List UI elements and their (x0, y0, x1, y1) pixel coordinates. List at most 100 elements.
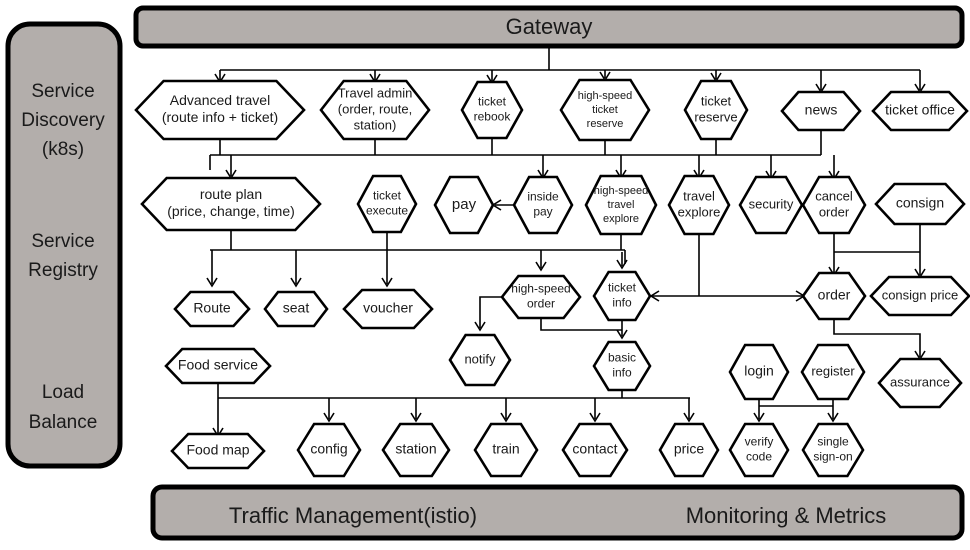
node-travel-explore-label-1: explore (678, 204, 721, 219)
node-ticket-rebook-label-1: rebook (474, 110, 512, 124)
node-seat[interactable]: seat (263, 290, 329, 328)
node-route-plan[interactable]: route plan(price, change, time) (140, 176, 322, 232)
node-news[interactable]: news (780, 90, 862, 132)
node-ticket-office[interactable]: ticket office (871, 90, 969, 132)
node-assurance[interactable]: assurance (877, 357, 963, 409)
node-verify-code-label-0: verify (745, 435, 774, 449)
node-consign[interactable]: consign (874, 182, 966, 226)
node-cancel-order[interactable]: cancelorder (801, 175, 867, 235)
node-high-speed-travel-explore[interactable]: high-speed travel explore (584, 174, 658, 236)
node-advanced-travel-label-0: Advanced travel (170, 92, 270, 108)
node-cancel-order-label-1: order (819, 204, 850, 219)
node-login-label-0: login (744, 363, 774, 379)
node-voucher-label-0: voucher (363, 300, 413, 316)
node-food-map[interactable]: Food map (170, 432, 266, 470)
node-inside-pay-label-1: pay (533, 205, 552, 219)
node-station-label-0: station (395, 441, 436, 457)
node-high-speed-ticket-reserve[interactable]: high-speed ticket reserve (559, 78, 651, 142)
node-consign-price[interactable]: consign price (869, 275, 970, 317)
sidebar-item-load-balance-line-1: Balance (29, 412, 98, 433)
node-single-sign-on-label-1: sign-on (813, 450, 852, 464)
edge-cancel-order-to-order (828, 233, 920, 277)
node-price-label-0: price (674, 441, 705, 457)
node-high-speed-order[interactable]: high-speedorder (500, 274, 582, 320)
node-single-sign-on-label-0: single (817, 435, 849, 449)
node-order-label-0: order (818, 287, 851, 303)
node-notify-label-0: notify (464, 351, 496, 366)
node-order[interactable]: order (801, 271, 867, 321)
edge-high-speed-order-to-notify (474, 296, 502, 332)
edge-ticket-info-to-basic-info (616, 320, 628, 340)
node-pay[interactable]: pay (433, 175, 495, 235)
node-basic-info[interactable]: basicinfo (592, 340, 652, 392)
node-price[interactable]: price (658, 422, 720, 478)
node-ticket-execute-label-1: execute (366, 204, 408, 218)
node-ticket-office-label-0: ticket office (885, 102, 955, 118)
edge-gateway-fanout (214, 46, 926, 94)
node-voucher[interactable]: voucher (342, 288, 434, 330)
node-basic-info-label-1: info (612, 366, 632, 380)
node-verify-code[interactable]: verifycode (728, 422, 790, 478)
node-ticket-rebook[interactable]: ticketrebook (460, 80, 524, 140)
node-consign-label-0: consign (896, 195, 944, 211)
node-ticket-rebook-label-0: ticket (478, 95, 507, 109)
node-config[interactable]: config (296, 422, 362, 478)
node-security[interactable]: security (738, 175, 804, 235)
footer-item-monitoring-metrics-label: Monitoring & Metrics (686, 503, 887, 528)
node-ticket-execute[interactable]: ticketexecute (356, 174, 418, 234)
node-ticket-info[interactable]: ticketinfo (592, 270, 652, 322)
node-ticket-execute-label-0: ticket (373, 189, 402, 203)
node-ticket-reserve[interactable]: ticketreserve (683, 79, 749, 141)
node-travel-admin[interactable]: Travel admin(order, route,station) (319, 79, 431, 141)
edge-basic-info-to-bottom-bus (218, 390, 695, 423)
node-advanced-travel-label-1: (route info + ticket) (162, 109, 278, 125)
node-inside-pay-label-0: inside (527, 190, 559, 204)
node-ticket-info-label-0: ticket (608, 281, 637, 295)
edge-food-service-to-food-map (212, 383, 224, 438)
node-food-service[interactable]: Food service (164, 347, 272, 385)
node-food-service-label-0: Food service (178, 357, 258, 373)
node-station[interactable]: station (381, 422, 451, 478)
node-route-plan-label-1: (price, change, time) (167, 203, 295, 219)
node-ticket-reserve-label-0: ticket (701, 93, 732, 108)
edge-consign-to-consign-price (914, 224, 926, 279)
node-contact[interactable]: contact (561, 422, 629, 478)
edge-ticket-execute-to-voucher (381, 231, 393, 288)
node-travel-explore-label-0: travel (683, 188, 715, 203)
node-single-sign-on[interactable]: singlesign-on (801, 422, 865, 478)
architecture-diagram: Gateway Service Discovery (k8s) Service … (5, 5, 970, 541)
node-news-label-0: news (805, 102, 838, 118)
edge-travel-explore-to-order (649, 234, 806, 302)
node-login[interactable]: login (728, 343, 790, 401)
diagram-page: Gateway Service Discovery (k8s) Service … (0, 0, 970, 550)
node-inside-pay[interactable]: insidepay (512, 175, 574, 235)
sidebar-item-service-discovery-line-2: (k8s) (42, 139, 84, 160)
sidebar-item-load-balance-line-0: Load (42, 382, 84, 403)
sidebar-item-service-discovery-line-1: Discovery (21, 110, 105, 131)
sidebar-item-service-registry-line-0: Service (31, 231, 94, 252)
node-travel-admin-label-0: Travel admin (338, 85, 413, 100)
node-advanced-travel[interactable]: Advanced travel(route info + ticket) (134, 79, 306, 141)
node-travel-explore[interactable]: travelexplore (667, 174, 731, 236)
node-food-map-label-0: Food map (186, 442, 249, 458)
node-high-speed-order-label-0: high-speed (511, 282, 570, 296)
node-route-label-0: Route (193, 300, 231, 316)
node-travel-admin-label-1: (order, route, (338, 101, 412, 116)
sidebar-item-service-discovery-line-0: Service (31, 81, 94, 102)
node-route[interactable]: Route (173, 290, 251, 328)
sidebar-item-service-registry-line-1: Registry (28, 260, 98, 281)
node-register[interactable]: register (800, 343, 866, 401)
node-basic-info-label-0: basic (608, 351, 636, 365)
sidebar-band: Service Discovery (k8s) Service Registry… (5, 21, 123, 469)
node-high-speed-ticket-reserve-label-0: high-speed (578, 90, 632, 102)
footer-band: Traffic Management(istio) Monitoring & M… (150, 484, 965, 541)
node-notify[interactable]: notify (448, 333, 512, 387)
node-cancel-order-label-0: cancel (815, 188, 853, 203)
node-high-speed-order-label-1: order (527, 297, 555, 311)
edge-auth-bus (753, 399, 839, 423)
node-travel-admin-label-2: station) (354, 117, 397, 132)
edge-row1-to-row2-bus (209, 130, 840, 181)
node-security-label-0: security (749, 196, 794, 211)
edge-inside-pay-to-pay (491, 199, 514, 211)
node-train[interactable]: train (473, 422, 539, 478)
